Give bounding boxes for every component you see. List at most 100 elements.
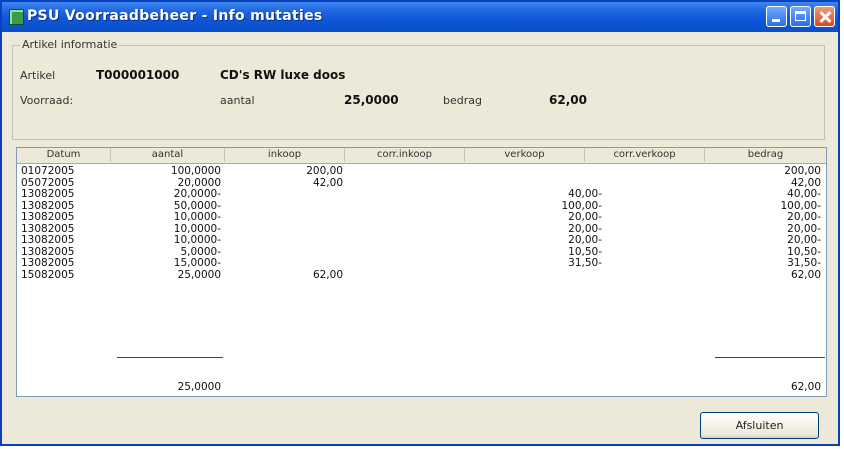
- cell-inkoop: [231, 200, 343, 212]
- cell-bedrag: 20,00-: [787, 211, 821, 223]
- cell-datum: 13082005: [21, 234, 75, 246]
- cell-verkoop: [487, 177, 602, 189]
- table-row[interactable]: 13082005 50,0000- 100,00- 100,00-: [17, 200, 826, 212]
- col-header-inkoop[interactable]: inkoop: [225, 148, 345, 162]
- afsluiten-button[interactable]: Afsluiten: [700, 412, 819, 439]
- table-row[interactable]: 13082005 20,0000- 40,00- 40,00-: [17, 188, 826, 200]
- cell-aantal: 50,0000-: [173, 199, 221, 212]
- cell-corr-verkoop: [617, 165, 727, 177]
- cell-corr-verkoop: [617, 246, 727, 258]
- cell-aantal: 20,0000: [177, 176, 221, 189]
- cell-bedrag: 31,50-: [787, 257, 821, 269]
- grid-header: Datum aantal inkoop corr.inkoop verkoop …: [17, 148, 826, 164]
- cell-corr-verkoop: [617, 200, 727, 212]
- table-row[interactable]: 13082005 5,0000- 10,50- 10,50-: [17, 246, 826, 258]
- cell-inkoop: 62,00: [312, 268, 343, 281]
- cell-inkoop: [231, 257, 343, 269]
- artikel-info-group: Artikel informatie Artikel T000001000 CD…: [12, 38, 825, 140]
- cell-aantal: 5,0000-: [180, 245, 221, 258]
- cell-corr-inkoop: [347, 188, 462, 200]
- voorraad-label: Voorraad:: [20, 94, 74, 107]
- cell-datum: 13082005: [21, 188, 75, 200]
- total-aantal: 25,0000: [177, 381, 221, 393]
- col-header-corr-verkoop[interactable]: corr.verkoop: [585, 148, 705, 162]
- cell-verkoop: 20,00-: [568, 211, 602, 223]
- cell-verkoop: 100,00-: [561, 199, 602, 212]
- minimize-icon[interactable]: [766, 6, 787, 27]
- cell-datum: 13082005: [21, 222, 75, 235]
- artikel-label: Artikel: [20, 69, 56, 82]
- cell-corr-inkoop: [347, 246, 462, 258]
- cell-corr-verkoop: [617, 188, 727, 200]
- mutaties-window: PSU Voorraadbeheer - Info mutaties Artik…: [0, 0, 840, 446]
- cell-inkoop: [231, 188, 343, 200]
- close-icon[interactable]: [814, 6, 835, 27]
- cell-verkoop: 20,00-: [568, 234, 602, 246]
- cell-datum: 01072005: [21, 165, 75, 177]
- cell-corr-verkoop: [617, 177, 727, 189]
- cell-bedrag: 20,00-: [787, 234, 821, 246]
- cell-corr-verkoop: [617, 234, 727, 246]
- cell-verkoop: 20,00-: [568, 222, 602, 235]
- table-row[interactable]: 01072005 100,0000 200,00 200,00: [17, 165, 826, 177]
- sum-line-bedrag: [715, 357, 825, 358]
- cell-aantal: 25,0000: [177, 268, 221, 281]
- artikel-code: T000001000: [96, 68, 180, 82]
- voorraad-aantal: 25,0000: [344, 93, 399, 107]
- cell-corr-inkoop: [347, 211, 462, 223]
- cell-corr-inkoop: [347, 223, 462, 235]
- cell-aantal: 10,0000-: [173, 234, 221, 246]
- table-row[interactable]: 13082005 10,0000- 20,00- 20,00-: [17, 223, 826, 235]
- maximize-icon[interactable]: [790, 6, 811, 27]
- window-title: PSU Voorraadbeheer - Info mutaties: [27, 8, 323, 24]
- cell-aantal: 100,0000: [170, 165, 221, 177]
- table-row[interactable]: 13082005 10,0000- 20,00- 20,00-: [17, 234, 826, 246]
- cell-aantal: 10,0000-: [173, 222, 221, 235]
- totals-row: 25,0000 62,00: [17, 381, 826, 393]
- cell-bedrag: 10,50-: [787, 245, 821, 258]
- cell-corr-inkoop: [347, 165, 462, 177]
- cell-corr-verkoop: [617, 269, 727, 281]
- cell-inkoop: [231, 223, 343, 235]
- col-header-bedrag[interactable]: bedrag: [705, 148, 826, 162]
- cell-verkoop: 31,50-: [568, 257, 602, 269]
- cell-verkoop: [487, 165, 602, 177]
- artikel-description: CD's RW luxe doos: [220, 68, 346, 82]
- cell-datum: 13082005: [21, 245, 75, 258]
- table-row[interactable]: 13082005 15,0000- 31,50- 31,50-: [17, 257, 826, 269]
- table-row[interactable]: 05072005 20,0000 42,00 42,00: [17, 177, 826, 189]
- aantal-label: aantal: [220, 94, 255, 107]
- cell-bedrag: 200,00: [784, 165, 821, 177]
- cell-corr-inkoop: [347, 177, 462, 189]
- title-bar[interactable]: PSU Voorraadbeheer - Info mutaties: [2, 2, 838, 32]
- cell-bedrag: 62,00: [790, 268, 821, 281]
- cell-corr-inkoop: [347, 200, 462, 212]
- col-header-aantal[interactable]: aantal: [111, 148, 225, 162]
- group-title: Artikel informatie: [20, 38, 120, 51]
- app-icon: [9, 9, 24, 25]
- cell-datum: 13082005: [21, 211, 75, 223]
- cell-inkoop: [231, 246, 343, 258]
- cell-datum: 05072005: [21, 176, 75, 189]
- cell-inkoop: 42,00: [312, 176, 343, 189]
- mutaties-grid[interactable]: Datum aantal inkoop corr.inkoop verkoop …: [16, 147, 827, 397]
- cell-aantal: 20,0000-: [173, 188, 221, 200]
- cell-inkoop: 200,00: [306, 165, 343, 177]
- col-header-corr-inkoop[interactable]: corr.inkoop: [345, 148, 465, 162]
- bedrag-label: bedrag: [443, 94, 482, 107]
- cell-datum: 13082005: [21, 257, 75, 269]
- cell-corr-inkoop: [347, 234, 462, 246]
- col-header-datum[interactable]: Datum: [17, 148, 111, 162]
- cell-verkoop: [487, 269, 602, 281]
- cell-corr-verkoop: [617, 211, 727, 223]
- cell-aantal: 10,0000-: [173, 211, 221, 223]
- cell-bedrag: 20,00-: [787, 222, 821, 235]
- cell-corr-inkoop: [347, 257, 462, 269]
- table-row[interactable]: 13082005 10,0000- 20,00- 20,00-: [17, 211, 826, 223]
- cell-datum: 15082005: [21, 268, 75, 281]
- col-header-verkoop[interactable]: verkoop: [465, 148, 585, 162]
- cell-verkoop: 10,50-: [568, 245, 602, 258]
- cell-bedrag: 42,00: [790, 176, 821, 189]
- table-row[interactable]: 15082005 25,0000 62,00 62,00: [17, 269, 826, 281]
- voorraad-bedrag: 62,00: [549, 93, 587, 107]
